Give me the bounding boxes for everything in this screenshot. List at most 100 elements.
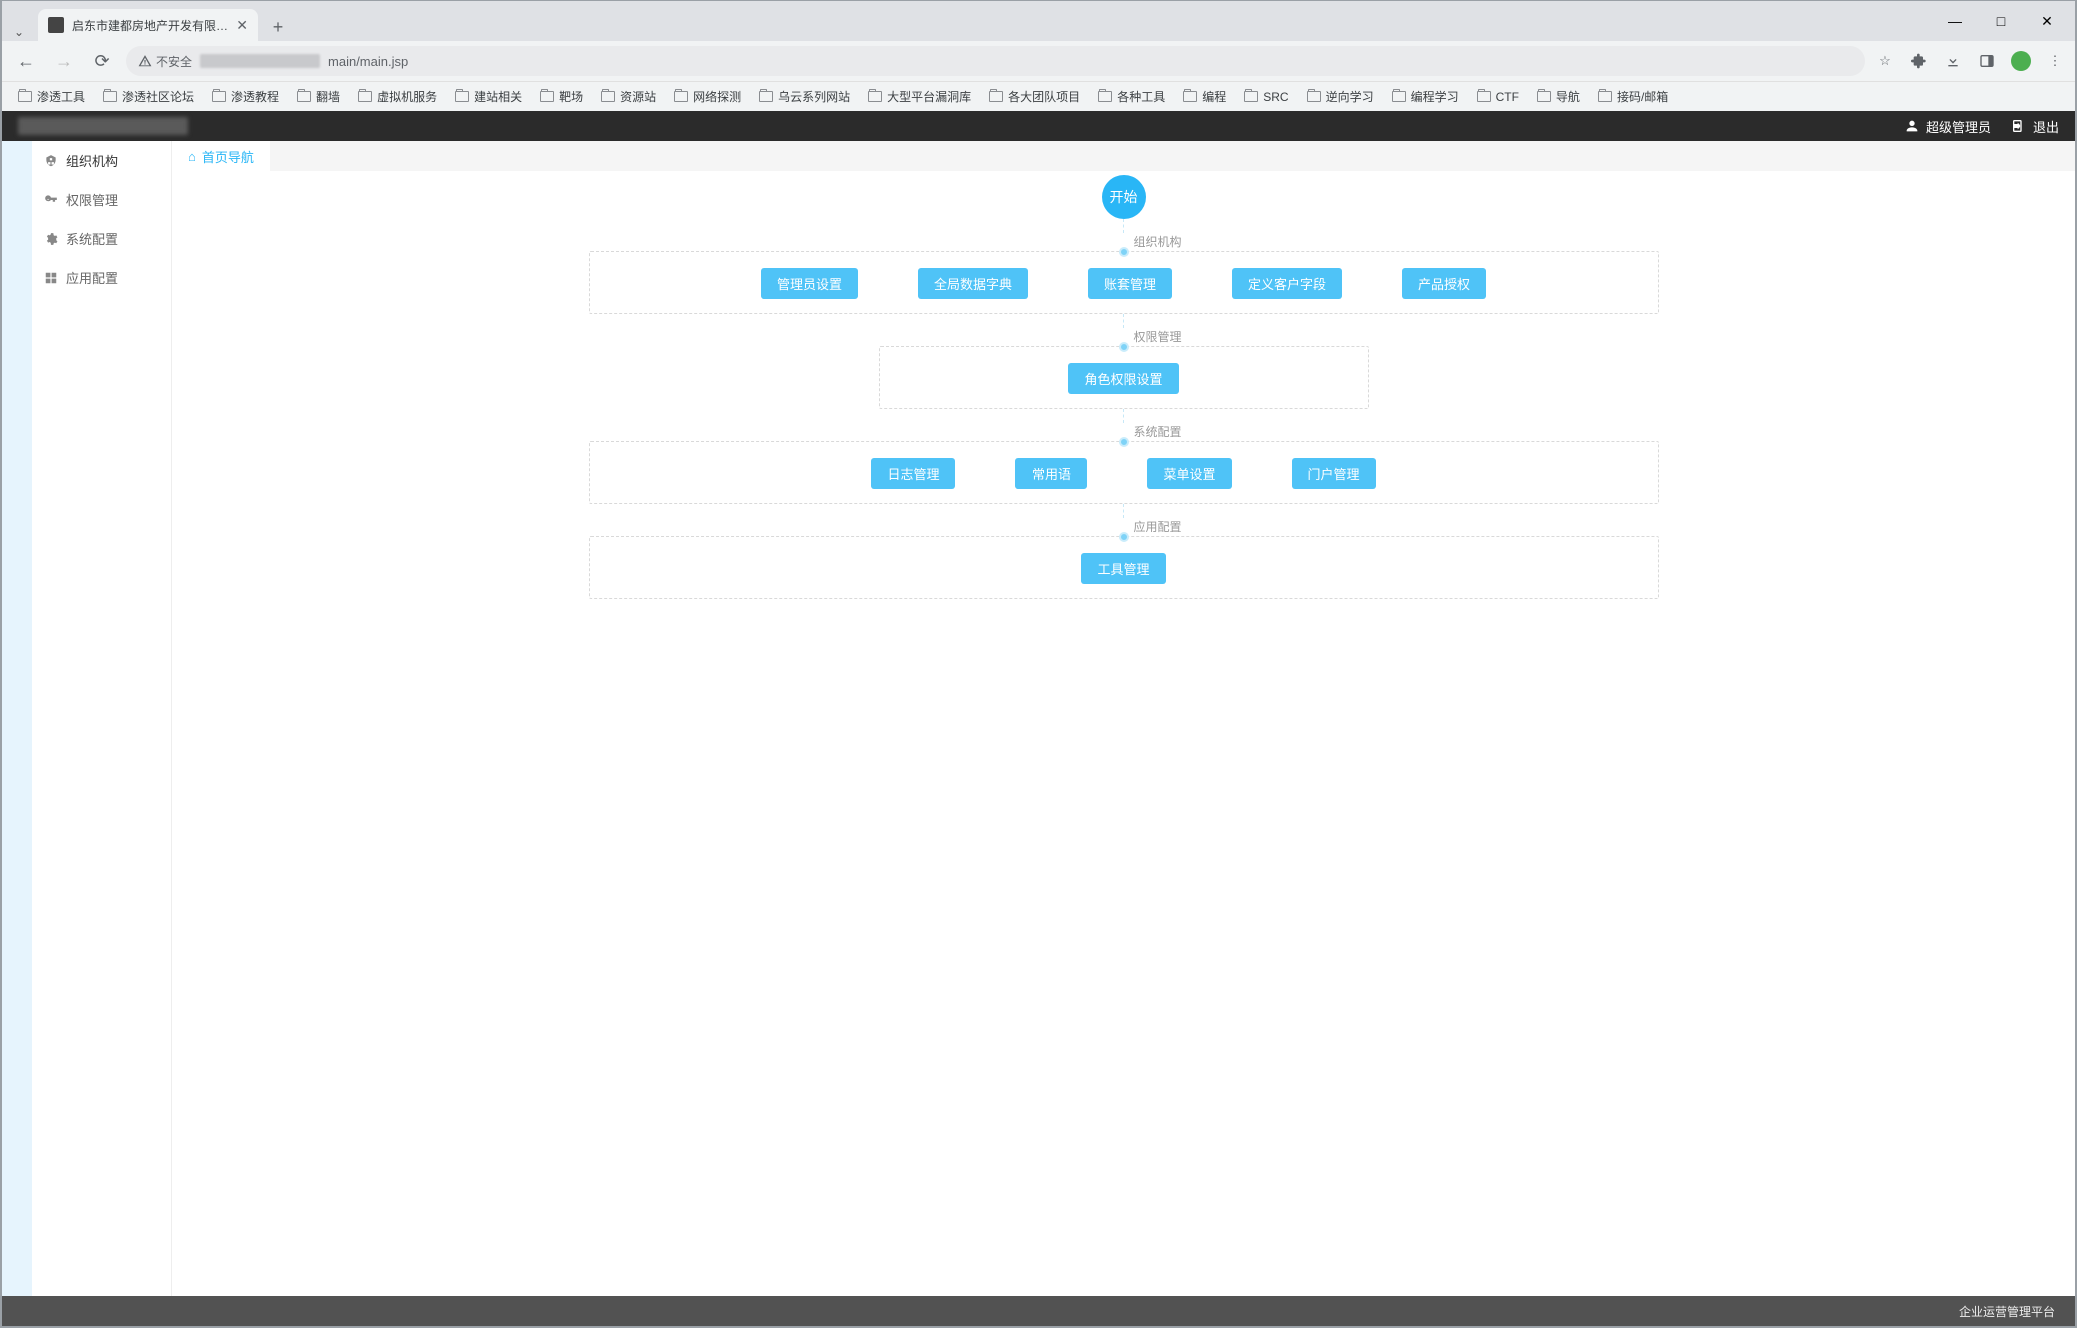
bookmark-item[interactable]: 渗透工具 xyxy=(12,85,91,108)
address-bar[interactable]: 不安全 main/main.jsp xyxy=(126,46,1865,76)
bookmark-item[interactable]: 编程学习 xyxy=(1386,85,1465,108)
bookmark-item[interactable]: 导航 xyxy=(1531,85,1586,108)
nav-back-button[interactable]: ← xyxy=(12,47,40,75)
flow-action-button[interactable]: 常用语 xyxy=(1015,458,1087,489)
section-label-sys: 系统配置 xyxy=(1133,423,1181,440)
bookmark-label: 翻墙 xyxy=(316,88,340,105)
bookmark-item[interactable]: 编程 xyxy=(1177,85,1232,108)
flow-action-button[interactable]: 账套管理 xyxy=(1088,268,1172,299)
tab-list-caret[interactable]: ⌄ xyxy=(10,23,28,41)
logout-label: 退出 xyxy=(2033,117,2059,136)
section-label-org: 组织机构 xyxy=(1133,233,1181,250)
flow-action-button[interactable]: 全局数据字典 xyxy=(918,268,1028,299)
folder-icon xyxy=(1307,91,1321,102)
gear-icon xyxy=(44,232,58,246)
folder-icon xyxy=(1392,91,1406,102)
flow-action-button[interactable]: 菜单设置 xyxy=(1147,458,1231,489)
flow-action-button[interactable]: 角色权限设置 xyxy=(1068,363,1178,394)
flow-action-button[interactable]: 工具管理 xyxy=(1081,553,1165,584)
menu-icon[interactable]: ⋮ xyxy=(2045,51,2065,71)
side-panel-icon[interactable] xyxy=(1977,51,1997,71)
bookmark-item[interactable]: 各种工具 xyxy=(1092,85,1171,108)
sidebar-gutter xyxy=(2,141,32,1296)
flow-action-button[interactable]: 门户管理 xyxy=(1292,458,1376,489)
folder-icon xyxy=(1477,91,1491,102)
bookmark-item[interactable]: 逆向学习 xyxy=(1301,85,1380,108)
sidebar-item-perm[interactable]: 权限管理 xyxy=(32,180,171,219)
bookmark-item[interactable]: 各大团队项目 xyxy=(983,85,1086,108)
folder-icon xyxy=(1537,91,1551,102)
bookmark-item[interactable]: 虚拟机服务 xyxy=(352,85,443,108)
flow-canvas: 开始 组织机构 管理员设置全局数据字典账套管理定义客户字段产品授权 权限管理 角… xyxy=(172,171,2075,1296)
folder-icon xyxy=(540,91,554,102)
bookmark-item[interactable]: 建站相关 xyxy=(449,85,528,108)
new-tab-button[interactable]: + xyxy=(264,13,292,41)
bookmark-item[interactable]: 网络探测 xyxy=(668,85,747,108)
bookmark-item[interactable]: CTF xyxy=(1471,87,1525,107)
flow-node-dot xyxy=(1119,247,1129,257)
bookmark-label: 接码/邮箱 xyxy=(1617,88,1668,105)
browser-tab[interactable]: 启东市建都房地产开发有限公司 ✕ xyxy=(38,9,258,41)
bookmark-item[interactable]: SRC xyxy=(1238,87,1294,107)
sidebar-item-app[interactable]: 应用配置 xyxy=(32,258,171,297)
tab-home-nav[interactable]: ⌂ 首页导航 xyxy=(172,141,270,171)
logout-icon xyxy=(2011,118,2027,134)
app-logo xyxy=(18,117,188,135)
downloads-icon[interactable] xyxy=(1943,51,1963,71)
bookmark-label: 导航 xyxy=(1556,88,1580,105)
profile-avatar[interactable] xyxy=(2011,51,2031,71)
flow-action-button[interactable]: 日志管理 xyxy=(871,458,955,489)
app-footer: 企业运营管理平台 xyxy=(2,1296,2075,1326)
bookmark-star-icon[interactable]: ☆ xyxy=(1875,51,1895,71)
folder-icon xyxy=(868,91,882,102)
bookmark-item[interactable]: 渗透教程 xyxy=(206,85,285,108)
folder-icon xyxy=(358,91,372,102)
warning-icon xyxy=(138,54,152,68)
window-close[interactable]: ✕ xyxy=(2033,13,2061,30)
bookmarks-bar: 渗透工具 渗透社区论坛渗透教程 翻墙 虚拟机服务 建站相关靶场 资源站网络探测乌云系列网站… xyxy=(2,81,2075,111)
tab-close-icon[interactable]: ✕ xyxy=(236,17,248,34)
bookmark-item[interactable]: 资源站 xyxy=(595,85,662,108)
user-role[interactable]: 超级管理员 xyxy=(1904,117,1991,136)
folder-icon xyxy=(297,91,311,102)
bookmark-label: 资源站 xyxy=(620,88,656,105)
bookmark-item[interactable]: 渗透社区论坛 xyxy=(97,85,200,108)
flow-start[interactable]: 开始 xyxy=(1102,175,1146,219)
browser-titlebar: ⌄ 启东市建都房地产开发有限公司 ✕ + — □ ✕ xyxy=(2,1,2075,41)
bookmark-label: 虚拟机服务 xyxy=(377,88,437,105)
sidebar-item-org[interactable]: 组织机构 xyxy=(32,141,171,180)
window-minimize[interactable]: — xyxy=(1941,13,1969,30)
bookmark-item[interactable]: 翻墙 xyxy=(291,85,346,108)
logout-button[interactable]: 退出 xyxy=(2011,117,2059,136)
folder-icon xyxy=(212,91,226,102)
browser-toolbar: ← → ⟳ 不安全 main/main.jsp ☆ ⋮ xyxy=(2,41,2075,81)
bookmark-item[interactable]: 接码/邮箱 xyxy=(1592,85,1674,108)
folder-icon xyxy=(1244,91,1258,102)
bookmark-label: 大型平台漏洞库 xyxy=(887,88,971,105)
nav-forward-button[interactable]: → xyxy=(50,47,78,75)
extensions-icon[interactable] xyxy=(1909,51,1929,71)
flow-action-button[interactable]: 管理员设置 xyxy=(761,268,858,299)
section-box-org: 管理员设置 全局数据字典 账套管理 定义客户字段 产品授权 xyxy=(589,251,1659,314)
folder-icon xyxy=(601,91,615,102)
bookmark-label: 各种工具 xyxy=(1117,88,1165,105)
folder-icon xyxy=(1598,91,1612,102)
bookmark-label: 建站相关 xyxy=(474,88,522,105)
section-box-app: 工具管理 xyxy=(589,536,1659,599)
sidebar-item-sys[interactable]: 系统配置 xyxy=(32,219,171,258)
user-icon xyxy=(1904,118,1920,134)
section-box-perm: 角色权限设置 xyxy=(879,346,1369,409)
bookmark-item[interactable]: 乌云系列网站 xyxy=(753,85,856,108)
sidebar-item-label: 权限管理 xyxy=(66,190,118,209)
folder-icon xyxy=(674,91,688,102)
nav-reload-button[interactable]: ⟳ xyxy=(88,47,116,75)
bookmark-item[interactable]: 靶场 xyxy=(534,85,589,108)
security-indicator[interactable]: 不安全 xyxy=(138,53,192,70)
security-label: 不安全 xyxy=(156,53,192,70)
window-maximize[interactable]: □ xyxy=(1987,13,2015,30)
flow-node-dot xyxy=(1119,437,1129,447)
bookmark-item[interactable]: 大型平台漏洞库 xyxy=(862,85,977,108)
bookmark-label: 渗透社区论坛 xyxy=(122,88,194,105)
flow-action-button[interactable]: 定义客户字段 xyxy=(1232,268,1342,299)
flow-action-button[interactable]: 产品授权 xyxy=(1402,268,1486,299)
